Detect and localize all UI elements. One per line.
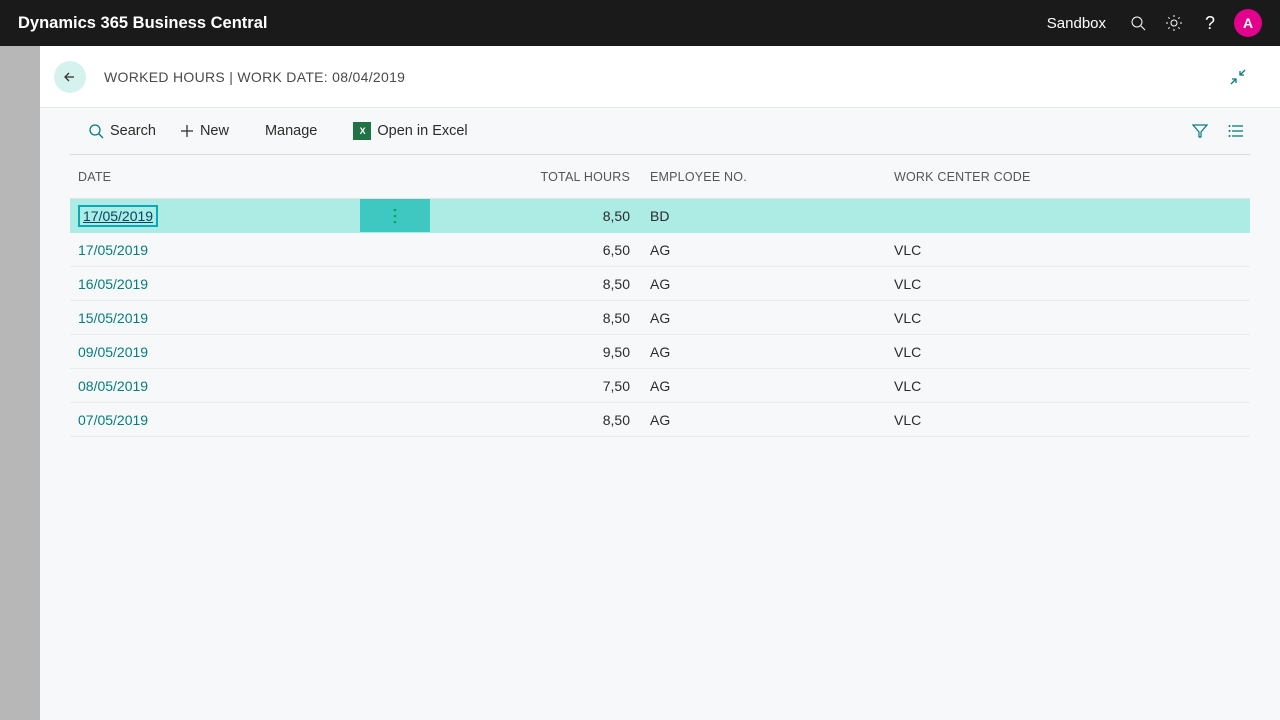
toolbar: Search New Manage X Open in Excel [70,108,1250,154]
gear-icon[interactable] [1156,0,1192,46]
work-center-cell: VLC [894,344,1250,360]
date-cell[interactable]: 17/05/2019 [70,242,360,258]
hours-cell: 9,50 [430,344,650,360]
open-excel-label: Open in Excel [377,123,467,139]
table-row[interactable]: 07/05/2019 8,50AGVLC [70,403,1250,437]
hours-cell: 8,50 [430,276,650,292]
hours-cell: 6,50 [430,242,650,258]
employee-cell: AG [650,412,894,428]
search-icon [88,123,104,139]
row-menu-button [360,369,430,402]
work-center-cell: VLC [894,276,1250,292]
col-work-center[interactable]: WORK CENTER CODE [894,170,1250,184]
work-center-cell: VLC [894,242,1250,258]
date-cell[interactable]: 08/05/2019 [70,378,360,394]
work-center-cell: VLC [894,310,1250,326]
more-vert-icon [393,208,397,224]
avatar[interactable]: A [1234,9,1262,37]
search-label: Search [110,123,156,139]
row-menu-button [360,335,430,368]
table-row[interactable]: 17/05/2019 8,50BD [70,199,1250,233]
hours-cell: 8,50 [430,412,650,428]
plus-icon [180,124,194,138]
work-center-cell: VLC [894,412,1250,428]
list-view-icon[interactable] [1222,117,1250,145]
table-row[interactable]: 17/05/2019 6,50AGVLC [70,233,1250,267]
row-menu-button [360,233,430,266]
new-label: New [200,123,229,139]
open-excel-button[interactable]: X Open in Excel [341,112,479,150]
employee-cell: BD [650,208,894,224]
employee-cell: AG [650,378,894,394]
data-table: DATE TOTAL HOURS EMPLOYEE NO. WORK CENTE… [70,155,1250,437]
top-nav: Dynamics 365 Business Central Sandbox ? … [0,0,1280,46]
row-menu-button [360,403,430,436]
row-menu-button [360,267,430,300]
table-row[interactable]: 08/05/2019 7,50AGVLC [70,369,1250,403]
row-menu-button[interactable] [360,199,430,232]
filter-icon[interactable] [1186,117,1214,145]
search-button[interactable]: Search [76,112,168,150]
col-employee-no[interactable]: EMPLOYEE NO. [650,170,894,184]
new-button[interactable]: New [168,112,241,150]
col-total-hours[interactable]: TOTAL HOURS [430,170,650,184]
manage-button[interactable]: Manage [253,112,329,150]
employee-cell: AG [650,276,894,292]
app-title: Dynamics 365 Business Central [18,14,267,33]
date-cell[interactable]: 17/05/2019 [70,205,360,227]
search-icon[interactable] [1120,0,1156,46]
employee-cell: AG [650,344,894,360]
row-menu-button [360,301,430,334]
table-header: DATE TOTAL HOURS EMPLOYEE NO. WORK CENTE… [70,155,1250,199]
collapse-icon[interactable] [1224,63,1252,91]
date-cell[interactable]: 16/05/2019 [70,276,360,292]
date-cell[interactable]: 15/05/2019 [70,310,360,326]
date-cell[interactable]: 09/05/2019 [70,344,360,360]
hours-cell: 8,50 [430,310,650,326]
hours-cell: 8,50 [430,208,650,224]
employee-cell: AG [650,310,894,326]
table-row[interactable]: 15/05/2019 8,50AGVLC [70,301,1250,335]
date-link[interactable]: 17/05/2019 [78,205,158,227]
table-row[interactable]: 09/05/2019 9,50AGVLC [70,335,1250,369]
manage-label: Manage [265,123,317,139]
hours-cell: 7,50 [430,378,650,394]
page-header: WORKED HOURS | WORK DATE: 08/04/2019 [40,46,1280,108]
date-cell[interactable]: 07/05/2019 [70,412,360,428]
col-date[interactable]: DATE [70,170,360,184]
back-button[interactable] [54,61,86,93]
page-card: WORKED HOURS | WORK DATE: 08/04/2019 Sea… [40,46,1280,720]
employee-cell: AG [650,242,894,258]
table-row[interactable]: 16/05/2019 8,50AGVLC [70,267,1250,301]
page-title: WORKED HOURS | WORK DATE: 08/04/2019 [104,69,405,85]
work-center-cell: VLC [894,378,1250,394]
help-icon[interactable]: ? [1192,0,1228,46]
excel-icon: X [353,122,371,140]
environment-label: Sandbox [1047,15,1106,32]
